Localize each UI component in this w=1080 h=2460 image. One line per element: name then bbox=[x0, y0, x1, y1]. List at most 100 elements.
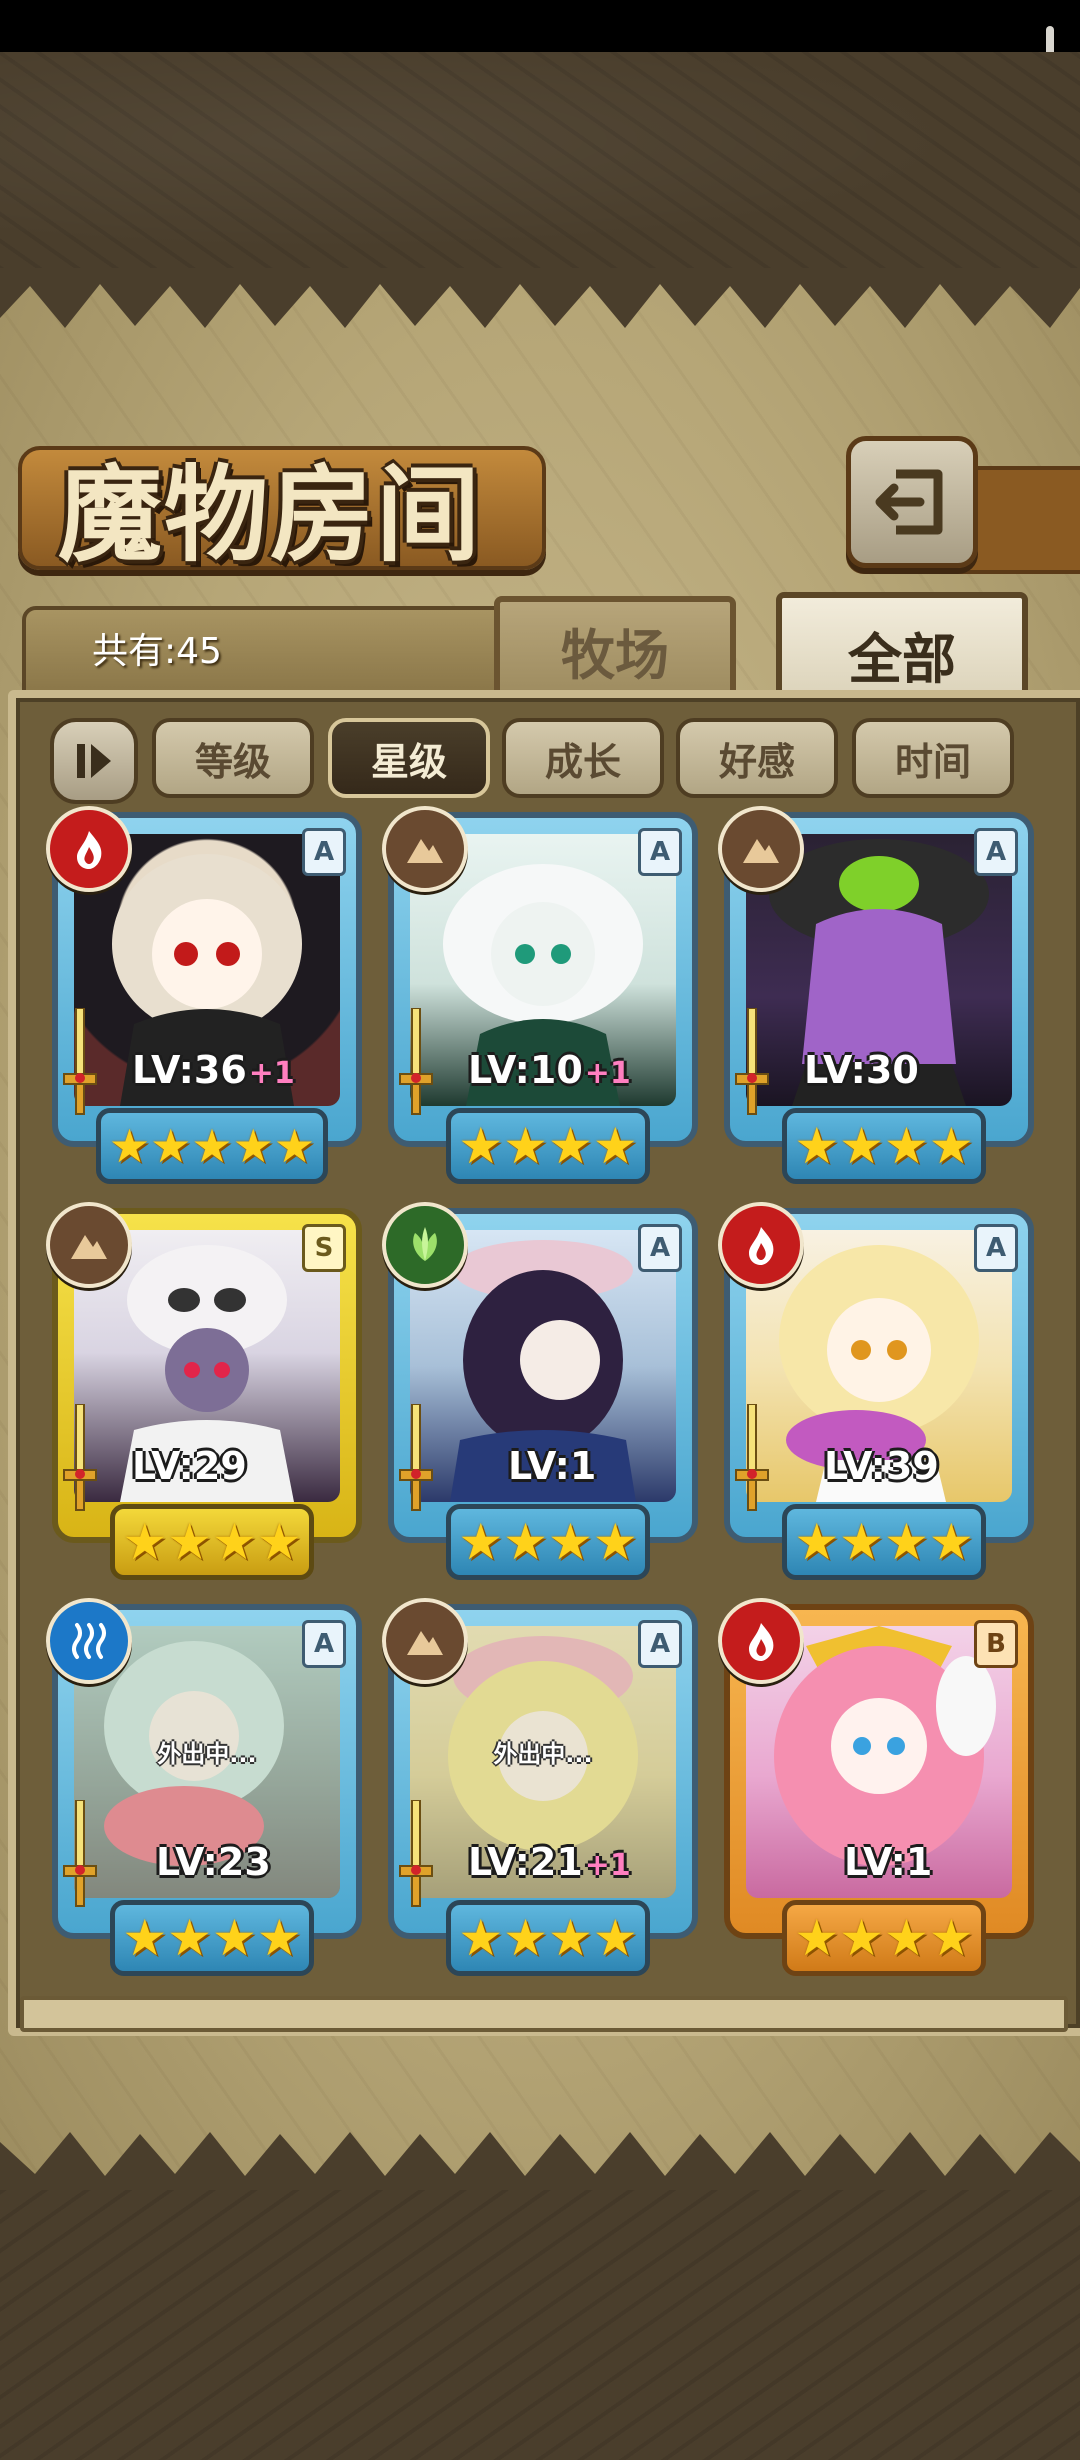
star-rating: ★ ★ ★ ★ bbox=[446, 1900, 650, 1976]
away-status: 外出中... bbox=[493, 1740, 593, 1768]
rank-badge: A bbox=[302, 828, 346, 876]
level-value: LV:36 bbox=[132, 1048, 247, 1092]
level-label: LV:29 bbox=[132, 1444, 249, 1488]
earth-element-icon bbox=[46, 1202, 132, 1288]
level-value: LV:1 bbox=[844, 1840, 933, 1884]
star-icon: ★ bbox=[191, 1119, 233, 1173]
star-icon: ★ bbox=[839, 1909, 884, 1967]
star-rating: ★ ★ ★ ★ bbox=[782, 1504, 986, 1580]
rank-badge: A bbox=[638, 1620, 682, 1668]
tab-pasture[interactable]: 牧场 bbox=[494, 596, 736, 698]
earth-element-icon bbox=[718, 806, 804, 892]
map-background-bottom bbox=[0, 2190, 1080, 2460]
star-icon: ★ bbox=[839, 1513, 884, 1571]
star-icon: ★ bbox=[256, 1909, 302, 1967]
torn-edge-top bbox=[0, 268, 1080, 328]
star-rating: ★ ★ ★ ★ bbox=[110, 1504, 314, 1580]
sword-icon bbox=[399, 1800, 433, 1907]
level-label: LV:21+1 bbox=[468, 1840, 631, 1884]
back-button[interactable] bbox=[846, 436, 978, 568]
sword-icon bbox=[399, 1008, 433, 1115]
rank-badge: A bbox=[974, 828, 1018, 876]
sort-order-icon bbox=[77, 744, 111, 778]
nature-element-icon bbox=[382, 1202, 468, 1288]
star-icon: ★ bbox=[794, 1513, 840, 1571]
star-rating: ★ ★ ★ ★ bbox=[446, 1504, 650, 1580]
monster-card-7[interactable]: 外出中... A LV:23 ★ ★ ★ ★ bbox=[46, 1598, 362, 1976]
sword-icon bbox=[399, 1404, 433, 1511]
fire-element-icon bbox=[718, 1202, 804, 1288]
level-bonus: +1 bbox=[248, 1056, 295, 1091]
rank-badge: A bbox=[638, 828, 682, 876]
sort-time-button[interactable]: 时间 bbox=[852, 718, 1014, 798]
earth-element-icon bbox=[382, 1598, 468, 1684]
monster-card-9[interactable]: B LV:1 ★ ★ ★ ★ bbox=[718, 1598, 1034, 1976]
fire-element-icon bbox=[718, 1598, 804, 1684]
sword-icon bbox=[63, 1800, 97, 1907]
sort-stars-button[interactable]: 星级 bbox=[328, 718, 490, 798]
star-icon: ★ bbox=[458, 1909, 504, 1967]
level-value: LV:21 bbox=[468, 1840, 583, 1884]
star-icon: ★ bbox=[884, 1909, 929, 1967]
star-rating: ★ ★ ★ ★ ★ bbox=[96, 1108, 328, 1184]
sort-affection-button[interactable]: 好感 bbox=[676, 718, 838, 798]
star-icon: ★ bbox=[108, 1119, 151, 1173]
sword-icon bbox=[63, 1008, 97, 1115]
star-icon: ★ bbox=[794, 1117, 840, 1175]
star-icon: ★ bbox=[592, 1513, 638, 1571]
water-element-icon bbox=[46, 1598, 132, 1684]
level-bonus: +1 bbox=[584, 1056, 631, 1091]
star-icon: ★ bbox=[167, 1909, 212, 1967]
monster-card-3[interactable]: A LV:30 ★ ★ ★ ★ bbox=[718, 806, 1034, 1184]
star-icon: ★ bbox=[503, 1513, 548, 1571]
away-status: 外出中... bbox=[157, 1740, 257, 1768]
level-value: LV:23 bbox=[156, 1840, 271, 1884]
star-icon: ★ bbox=[122, 1513, 168, 1571]
monster-card-2[interactable]: A LV:10+1 ★ ★ ★ ★ bbox=[382, 806, 698, 1184]
star-icon: ★ bbox=[839, 1117, 884, 1175]
star-icon: ★ bbox=[503, 1117, 548, 1175]
rank-badge: B bbox=[974, 1620, 1018, 1668]
star-icon: ★ bbox=[548, 1909, 593, 1967]
star-icon: ★ bbox=[548, 1513, 593, 1571]
monster-card-6[interactable]: A LV:39 ★ ★ ★ ★ bbox=[718, 1202, 1034, 1580]
monster-card-1[interactable]: A LV:36+1 ★ ★ ★ ★ ★ bbox=[46, 806, 362, 1184]
star-icon: ★ bbox=[458, 1513, 504, 1571]
level-bonus: +1 bbox=[584, 1848, 631, 1883]
sort-level-button[interactable]: 等级 bbox=[152, 718, 314, 798]
star-icon: ★ bbox=[592, 1117, 638, 1175]
monster-card-5[interactable]: A LV:1 ★ ★ ★ ★ bbox=[382, 1202, 698, 1580]
torn-edge-bottom bbox=[0, 2132, 1080, 2192]
level-label: LV:30 bbox=[804, 1048, 921, 1092]
star-rating: ★ ★ ★ ★ bbox=[782, 1900, 986, 1976]
map-background-top bbox=[0, 52, 1080, 270]
level-value: LV:29 bbox=[132, 1444, 247, 1488]
star-icon: ★ bbox=[928, 1513, 974, 1571]
sort-growth-button[interactable]: 成长 bbox=[502, 718, 664, 798]
status-bar bbox=[0, 0, 1080, 52]
star-icon: ★ bbox=[212, 1513, 257, 1571]
star-icon: ★ bbox=[458, 1117, 504, 1175]
monster-card-8[interactable]: 外出中... A LV:21+1 ★ ★ ★ ★ bbox=[382, 1598, 698, 1976]
level-label: LV:10+1 bbox=[468, 1048, 631, 1092]
star-icon: ★ bbox=[256, 1513, 302, 1571]
star-icon: ★ bbox=[794, 1909, 840, 1967]
monster-card-4[interactable]: S LV:29 ★ ★ ★ ★ bbox=[46, 1202, 362, 1580]
sword-icon bbox=[63, 1404, 97, 1511]
star-icon: ★ bbox=[232, 1119, 274, 1173]
back-arrow-icon bbox=[875, 469, 943, 535]
monster-count: 共有:45 bbox=[92, 631, 222, 672]
sword-icon bbox=[735, 1008, 769, 1115]
sort-order-button[interactable] bbox=[50, 718, 138, 804]
rank-badge: A bbox=[974, 1224, 1018, 1272]
page-title: 魔物房间 bbox=[58, 454, 483, 576]
fire-element-icon bbox=[46, 806, 132, 892]
earth-element-icon bbox=[382, 806, 468, 892]
star-icon: ★ bbox=[592, 1909, 638, 1967]
rank-badge: A bbox=[638, 1224, 682, 1272]
level-label: LV:1 bbox=[508, 1444, 598, 1488]
star-rating: ★ ★ ★ ★ bbox=[110, 1900, 314, 1976]
star-icon: ★ bbox=[548, 1117, 593, 1175]
level-value: LV:10 bbox=[468, 1048, 583, 1092]
sword-icon bbox=[735, 1404, 769, 1511]
